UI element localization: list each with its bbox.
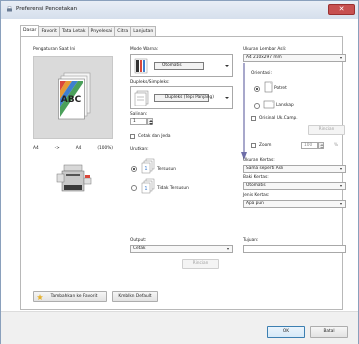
orientation-label: Orientasi: [251,71,272,76]
chevron-down-icon [340,57,342,59]
output-details-button[interactable]: Rincian [182,259,219,269]
zoom-input[interactable]: 100 [301,142,318,149]
document-preview-icon: ABC [58,72,91,120]
close-icon: ✕ [338,5,345,13]
orientation-landscape-radio[interactable] [254,103,260,109]
orientation-portrait-radio[interactable] [254,86,260,92]
tab-favorit[interactable]: Favorit [38,26,60,36]
sort-label: Urutkan: [130,147,149,152]
color-mode-select[interactable]: Otomatis [130,54,233,77]
chevron-down-icon [227,248,229,250]
restore-default-button[interactable]: Kmblkn Default [112,291,158,302]
tab-pnyelesai[interactable]: Pnyelesai [87,26,116,36]
paper-size-value: Sama seperti Asli [246,166,284,171]
duplex-label: Dupleks/Simpleks: [130,80,170,85]
print-and-pause-label: Cetak dan Jeda [138,134,171,139]
orientation-portrait-label: Potret [274,86,287,91]
original-size-summary: A4 [33,146,39,151]
zoom-label: Zoom [259,143,272,148]
landscape-icon [263,100,275,109]
paper-size-label: Ukuran Kertas: [243,158,275,163]
color-mode-value-text: Otomatis [162,63,182,68]
zoom-summary: (100%) [97,146,113,151]
stepper-arrows-icon [320,144,324,149]
tab-citra[interactable]: Citra [114,26,132,36]
destination-label: Tujuan: [243,238,259,243]
title-bar: Preferensi Pencetakan ✕ [1,1,358,19]
zoom-value: 100 [304,143,313,148]
mixed-original-checkbox[interactable] [251,116,256,121]
page-preview: ABC [33,56,113,139]
sort-uncollated-label: Tidak Tersusun [157,186,189,191]
zoom-unit: % [334,143,339,148]
original-size-value: A4 210x297 mm [246,55,282,60]
paper-tray-select[interactable]: Otomatis [243,182,346,190]
stepper-arrows-icon [149,120,153,125]
paper-tray-label: Baki Kertas: [243,175,269,180]
paper-size-select[interactable]: Sama seperti Asli [243,165,346,173]
sort-uncollated-radio[interactable] [131,185,137,191]
paper-type-select[interactable]: Apa pun [243,200,346,208]
original-details-button[interactable]: Rincian [308,125,345,135]
print-preferences-window: Preferensi Pencetakan ✕ Dasar Favorit Ta… [0,0,359,344]
current-settings-title: Pengaturan Saat Ini [33,47,76,52]
zoom-checkbox[interactable] [251,143,256,148]
uncollated-icon: 1 [141,178,155,194]
sort-collated-radio[interactable] [131,166,137,172]
copies-label: Salinan: [130,112,148,117]
tab-lanjutan[interactable]: Lanjutan [130,26,157,36]
original-size-select[interactable]: A4 210x297 mm [243,54,346,62]
printer-machine-icon [56,164,92,192]
cancel-button[interactable]: Batal [310,326,348,338]
copies-value: 1 [133,119,136,124]
paper-tray-value: Otomatis [246,183,266,188]
copies-input[interactable]: 1 [130,118,147,125]
color-mode-label: Mode Warna: [130,47,159,52]
tab-dasar[interactable]: Dasar [20,25,40,36]
size-summary: A4 -> A4 (100%) [33,146,113,151]
color-mode-value: Otomatis [154,62,204,70]
svg-text:1: 1 [144,166,147,172]
chevron-down-icon [340,168,342,170]
chevron-down-icon [340,203,342,205]
duplex-value: Dupleks (Tepi Panjang) [154,94,214,102]
svg-text:ABC: ABC [61,95,82,105]
orientation-landscape-label: Lanskap [276,103,294,108]
output-label: Output: [130,238,147,243]
duplex-select[interactable]: Dupleks (Tepi Panjang) [130,86,233,109]
duplex-value-text: Dupleks (Tepi Panjang) [165,95,214,100]
tab-tata-letak[interactable]: Tata Letak [58,26,89,36]
copies-stepper[interactable] [147,118,153,125]
printer-icon [7,6,12,12]
window-title: Preferensi Pencetakan [16,6,78,12]
duplex-icon [134,90,149,106]
ok-button[interactable]: OK [267,326,305,338]
original-size-label: Ukuran Lembar Asli: [243,47,287,52]
close-button[interactable]: ✕ [328,4,355,15]
output-value: Cetak [133,246,146,251]
output-select[interactable]: Cetak [130,245,233,253]
add-to-favorites-label: Tambahkan ke Favorit [50,294,98,299]
sort-collated-label: Tersusun [157,167,176,172]
chevron-down-icon [340,185,342,187]
collated-icon: 1 [141,158,155,174]
paper-type-label: Jenis Kertas: [243,193,270,198]
svg-text:1: 1 [144,186,147,192]
destination-input[interactable] [243,245,346,253]
star-icon [37,294,43,300]
color-mode-icon [134,58,148,74]
chevron-down-icon [225,65,229,67]
portrait-icon [264,81,273,93]
output-size-summary: A4 [75,146,82,151]
arrow-summary: -> [54,146,60,151]
paper-type-value: Apa pun [246,201,264,206]
print-and-pause-checkbox[interactable] [130,134,135,139]
flow-arrow-icon [241,63,247,160]
zoom-stepper[interactable] [318,142,324,149]
add-to-favorites-button[interactable]: Tambahkan ke Favorit [33,291,107,302]
chevron-down-icon [225,97,229,99]
mixed-original-label: Orisinal Uk.Camp. [259,116,298,121]
